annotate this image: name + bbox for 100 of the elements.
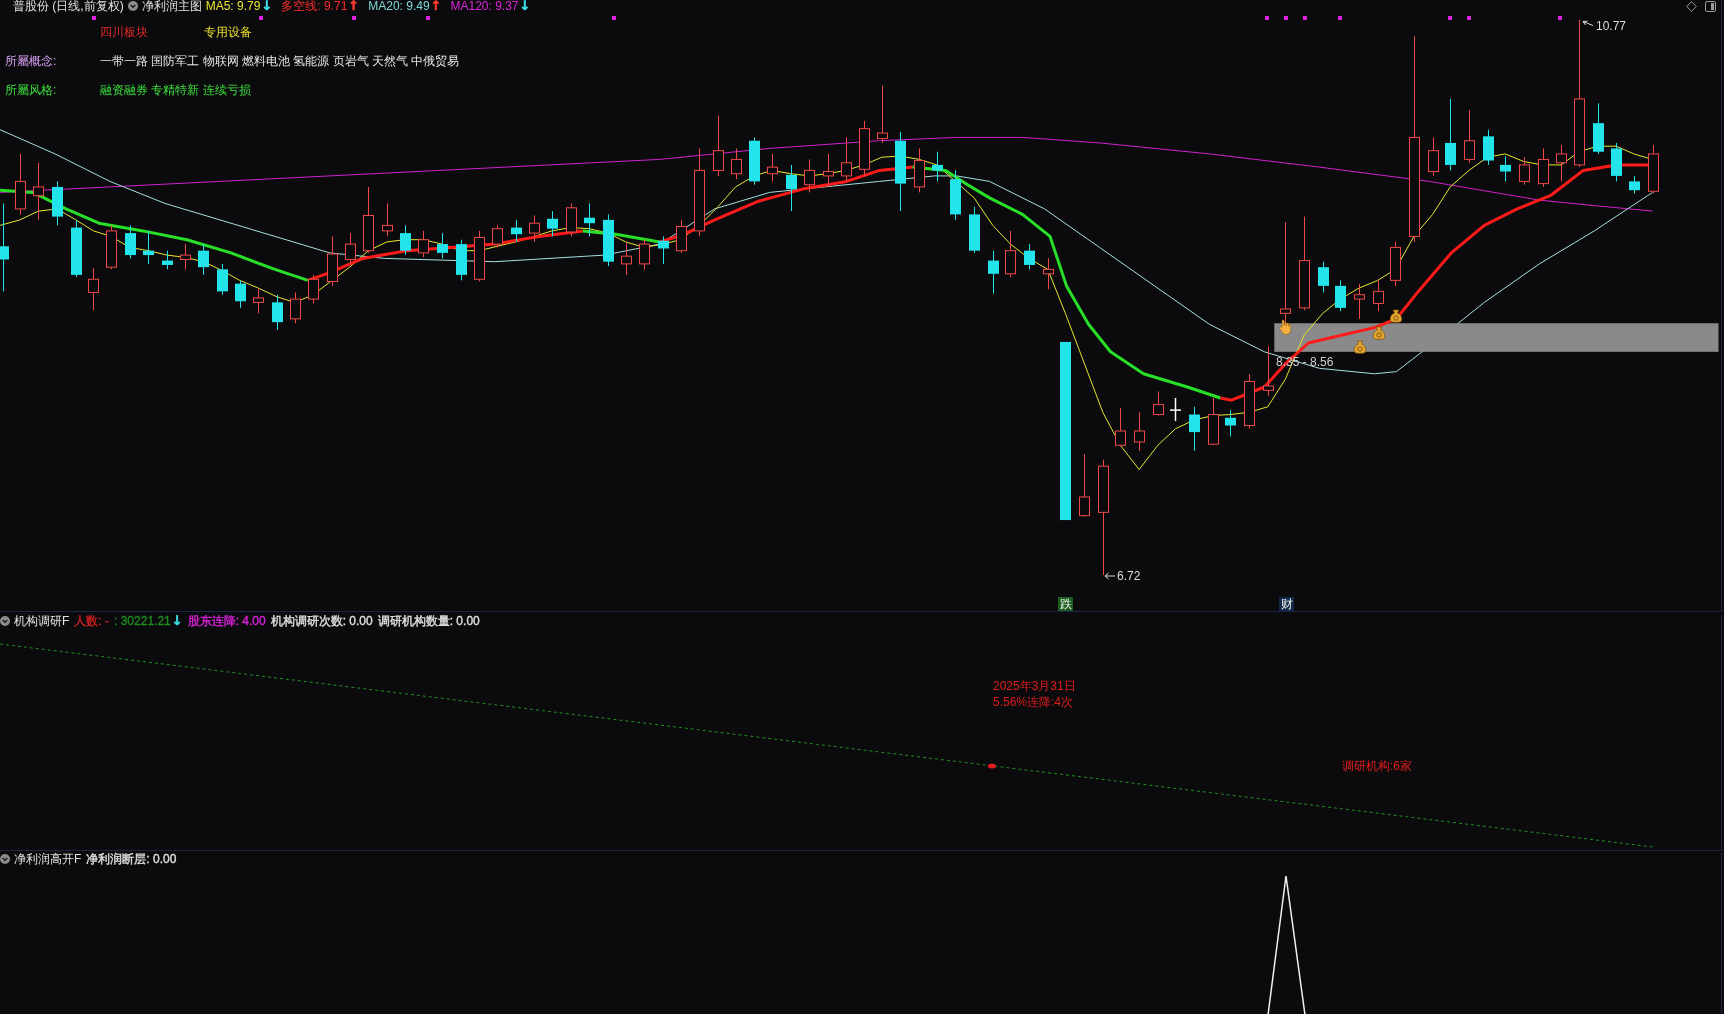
rising-candle <box>33 162 44 221</box>
rising-candle <box>1648 144 1659 194</box>
falling-candle <box>1318 261 1329 293</box>
rising-candle <box>106 224 117 270</box>
date-annotation: 2025年3月31日 <box>993 679 1076 693</box>
industry-tag: 专用设备 <box>204 26 252 38</box>
indicator-value: MA120: 9.37 <box>450 0 519 12</box>
chevron-down-icon[interactable] <box>0 616 10 626</box>
falling-candle <box>1335 279 1346 312</box>
indicator-value: MA20: 9.49 <box>368 0 430 12</box>
indicator-value: 机构调研次数: 0.00 <box>270 615 373 627</box>
high-price-label: 10.77 <box>1596 19 1627 33</box>
falling-candle <box>584 202 595 237</box>
rising-candle <box>180 243 191 270</box>
chevron-down-icon[interactable] <box>0 854 10 864</box>
money-bag-icon <box>1353 340 1367 354</box>
falling-candle <box>511 219 522 243</box>
data-point-marker <box>988 763 996 769</box>
style-list: 融资融券 专精特新 连续亏损 <box>100 84 251 96</box>
trend-arrow: ↓ <box>519 0 531 12</box>
rising-candle <box>529 215 540 243</box>
rising-candle <box>841 136 852 182</box>
falling-candle <box>456 239 467 281</box>
rising-candle <box>823 153 834 188</box>
rising-candle <box>877 85 888 144</box>
rising-candle <box>1153 390 1164 417</box>
concept-label: 所屬概念: <box>5 55 58 67</box>
rising-candle <box>914 147 925 193</box>
chevron-down-icon[interactable] <box>127 1 138 11</box>
panel-title: 机构调研F <box>14 615 70 627</box>
trend-arrow: ↓ <box>261 0 273 12</box>
indicator-value: 调研机构数量: 0.00 <box>377 615 480 627</box>
rising-candle <box>363 186 374 254</box>
indicator-value: MA5: 9.79 <box>205 0 261 12</box>
rising-candle <box>804 158 815 193</box>
indicator-value: 股东连降: 4.00 <box>187 615 266 627</box>
rising-candle <box>1134 411 1145 452</box>
rising-candle <box>15 153 26 215</box>
sector-tag: 四川板块 <box>100 26 148 38</box>
indicator-value: 人数: - <box>74 615 109 627</box>
rising-candle <box>713 114 724 177</box>
money-bag-icon <box>1389 309 1403 323</box>
falling-candle <box>969 206 980 254</box>
rising-candle <box>1115 407 1126 447</box>
falling-candle <box>1593 102 1604 155</box>
rising-candle <box>474 230 485 282</box>
falling-candle <box>1611 142 1622 182</box>
falling-candle <box>400 224 411 256</box>
rising-candle <box>1005 230 1016 278</box>
rising-candle <box>639 239 650 270</box>
rising-candle <box>253 287 264 314</box>
rising-candle <box>1263 345 1274 397</box>
falling-candle <box>658 235 669 265</box>
rising-candle <box>88 267 99 311</box>
rising-candle <box>418 230 429 258</box>
indicator-value: : 30221.21 <box>114 615 171 627</box>
falling-candle <box>547 210 558 237</box>
falling-candle <box>235 279 246 309</box>
rising-candle <box>1244 373 1255 430</box>
doji-candle <box>1169 397 1182 422</box>
rising-candle <box>731 147 742 180</box>
trend-arrow: ↑ <box>348 0 360 12</box>
falling-candle <box>1189 406 1200 452</box>
rising-candle <box>1043 257 1054 290</box>
rising-candle <box>327 235 338 287</box>
trend-arrow: ↓ <box>171 615 183 627</box>
falling-candle <box>1225 409 1236 437</box>
leader-arrow <box>1104 572 1116 580</box>
rising-candle <box>345 232 356 265</box>
event-badge: 财 <box>1279 597 1294 611</box>
institution-count-label: 调研机构:6家 <box>1342 759 1412 773</box>
rising-candle <box>1373 279 1384 312</box>
hand-icon <box>1279 319 1292 335</box>
falling-candle <box>125 224 136 259</box>
rising-candle <box>767 153 778 182</box>
rising-candle <box>1354 283 1365 320</box>
rising-candle <box>1208 397 1219 446</box>
low-price-label: 6.72 <box>1117 569 1141 583</box>
falling-candle <box>437 232 448 259</box>
sidebar-toggle-icon[interactable] <box>1705 0 1716 12</box>
leader-arrow <box>1582 20 1594 26</box>
falling-candle <box>272 294 283 331</box>
falling-candle <box>749 136 760 186</box>
falling-candle <box>1024 243 1035 270</box>
rising-candle <box>308 274 319 304</box>
rising-candle <box>1079 453 1090 518</box>
falling-candle <box>1483 129 1494 166</box>
diamond-icon[interactable] <box>1686 0 1697 12</box>
falling-candle <box>217 263 228 296</box>
falling-candle <box>1629 175 1640 194</box>
indicator-value: 多空线: 9.71 <box>281 0 348 12</box>
falling-candle <box>52 180 63 226</box>
date-annotation: 5.56%连降:4次 <box>993 695 1074 709</box>
falling-candle <box>950 169 961 221</box>
rising-candle <box>859 120 870 177</box>
indicator-name: 净利润主图 <box>141 0 202 12</box>
rising-candle <box>1464 109 1475 164</box>
rising-candle <box>621 241 632 276</box>
event-badge: 跌 <box>1058 597 1073 611</box>
falling-candle <box>603 213 614 267</box>
